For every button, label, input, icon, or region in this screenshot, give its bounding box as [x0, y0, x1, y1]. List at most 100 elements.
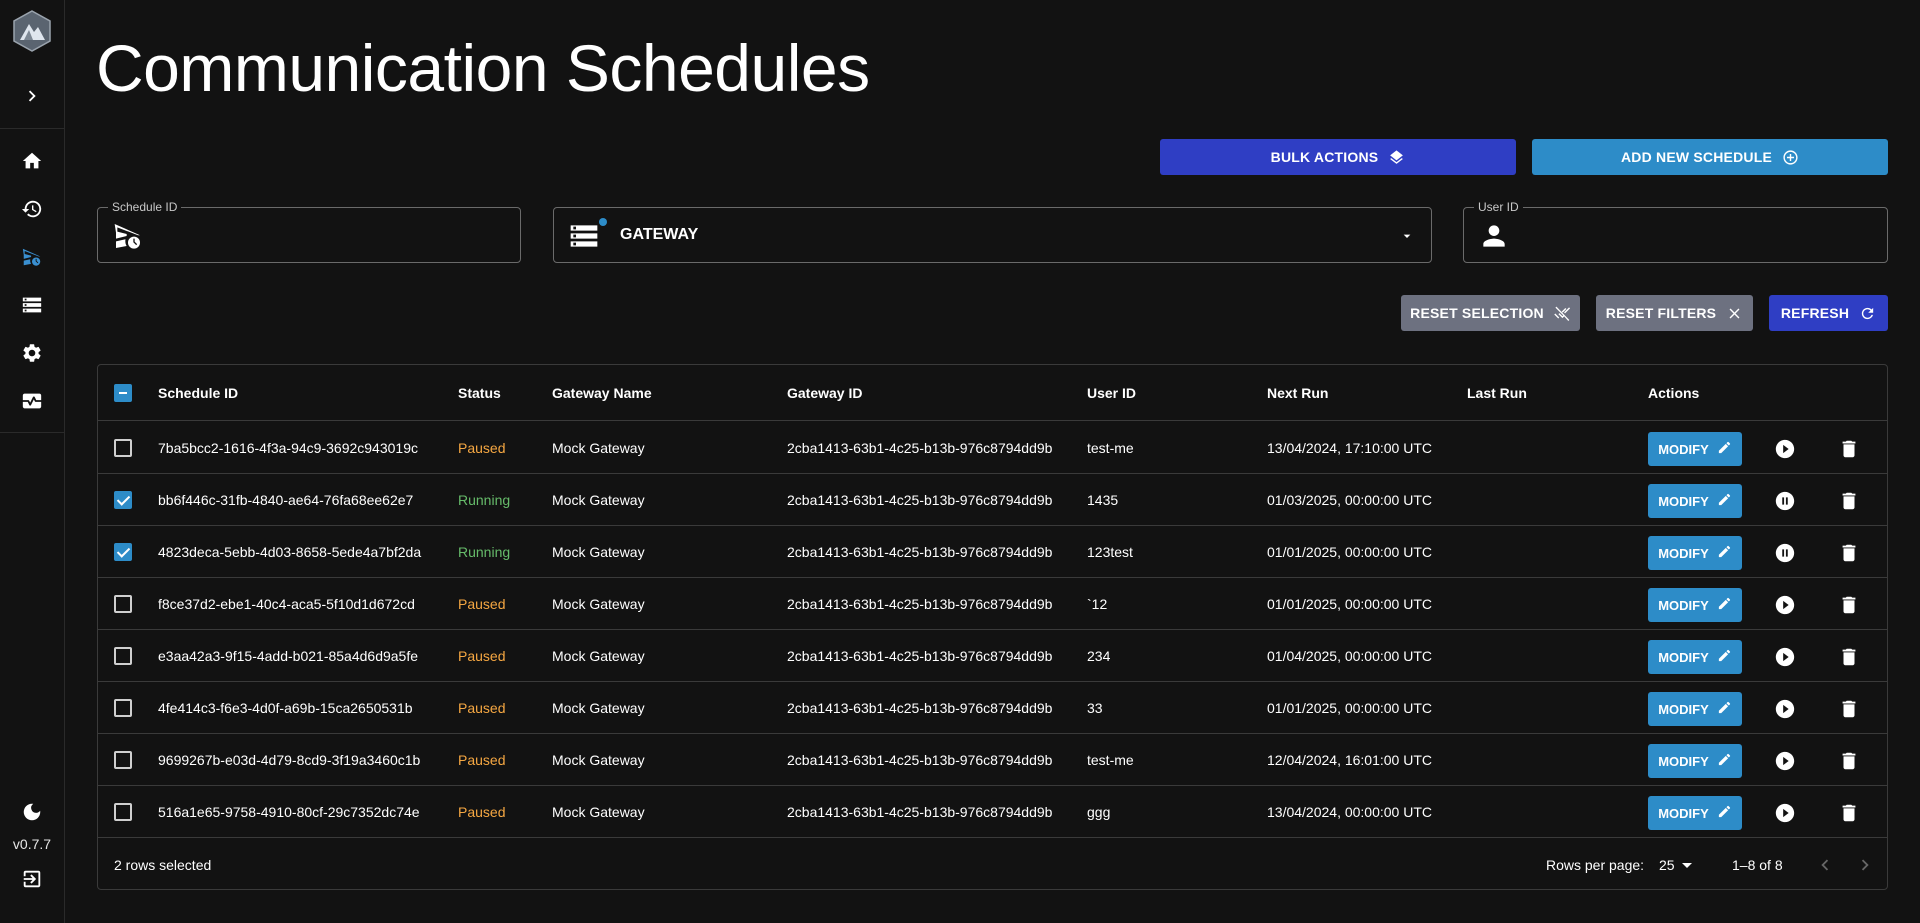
app-logo[interactable]: [12, 10, 52, 52]
modify-button[interactable]: MODIFY: [1648, 640, 1742, 674]
modify-button[interactable]: MODIFY: [1648, 484, 1742, 518]
play-button[interactable]: [1774, 750, 1796, 772]
modify-button[interactable]: MODIFY: [1648, 588, 1742, 622]
table-row[interactable]: 7ba5bcc2-1616-4f3a-94c9-3692c943019c Pau…: [98, 422, 1887, 474]
row-checkbox[interactable]: [114, 699, 132, 717]
table-row[interactable]: bb6f446c-31fb-4840-ae64-76fa68ee62e7 Run…: [98, 474, 1887, 526]
bulk-actions-button[interactable]: BULK ACTIONS: [1160, 139, 1516, 175]
table-row[interactable]: 9699267b-e03d-4d79-8cd9-3f19a3460c1b Pau…: [98, 734, 1887, 786]
gateway-select[interactable]: GATEWAY: [553, 207, 1432, 263]
cell-status: Paused: [458, 700, 506, 716]
row-checkbox[interactable]: [114, 751, 132, 769]
modify-button[interactable]: MODIFY: [1648, 536, 1742, 570]
column-header-schedule-id[interactable]: Schedule ID: [158, 385, 238, 401]
delete-button[interactable]: [1838, 490, 1860, 512]
delete-button[interactable]: [1838, 594, 1860, 616]
modify-button[interactable]: MODIFY: [1648, 432, 1742, 466]
delete-button[interactable]: [1838, 698, 1860, 720]
column-header-gateway-id[interactable]: Gateway ID: [787, 385, 862, 401]
table-row[interactable]: 4fe414c3-f6e3-4d0f-a69b-15ca2650531b Pau…: [98, 682, 1887, 734]
rows-per-page-select[interactable]: 25: [1659, 857, 1675, 873]
add-new-schedule-label: ADD NEW SCHEDULE: [1621, 149, 1772, 165]
sidebar-item-schedules[interactable]: [0, 237, 64, 277]
schedule-send-icon: [22, 248, 41, 266]
modify-button[interactable]: MODIFY: [1648, 692, 1742, 726]
theme-toggle-button[interactable]: [0, 792, 64, 832]
row-checkbox[interactable]: [114, 439, 132, 457]
select-all-checkbox[interactable]: [114, 384, 132, 402]
table-row[interactable]: 516a1e65-9758-4910-80cf-29c7352dc74e Pau…: [98, 786, 1887, 838]
close-icon: [1729, 308, 1740, 318]
schedule-id-filter[interactable]: Schedule ID: [97, 200, 521, 263]
pause-button[interactable]: [1774, 490, 1796, 512]
cell-user-id: test-me: [1087, 752, 1134, 768]
play-button[interactable]: [1774, 802, 1796, 824]
logout-button[interactable]: [0, 859, 64, 899]
column-header-user-id[interactable]: User ID: [1087, 385, 1136, 401]
edit-icon: [1717, 752, 1732, 770]
row-checkbox[interactable]: [114, 647, 132, 665]
cell-gateway-id: 2cba1413-63b1-4c25-b13b-976c8794dd9b: [787, 804, 1053, 820]
cell-gateway-name: Mock Gateway: [552, 492, 645, 508]
column-header-last-run[interactable]: Last Run: [1467, 385, 1527, 401]
sidebar-item-monitoring[interactable]: [0, 381, 64, 421]
modify-button[interactable]: MODIFY: [1648, 744, 1742, 778]
play-button[interactable]: [1774, 438, 1796, 460]
cell-gateway-name: Mock Gateway: [552, 440, 645, 456]
row-checkbox[interactable]: [114, 803, 132, 821]
sidebar-item-gateways[interactable]: [0, 285, 64, 325]
modify-label: MODIFY: [1658, 441, 1709, 457]
column-header-next-run[interactable]: Next Run: [1267, 385, 1328, 401]
home-icon: [22, 152, 42, 169]
expand-sidebar-button[interactable]: [0, 76, 64, 116]
table-row[interactable]: f8ce37d2-ebe1-40c4-aca5-5f10d1d672cd Pau…: [98, 578, 1887, 630]
modify-label: MODIFY: [1658, 597, 1709, 613]
sidebar-item-settings[interactable]: [0, 333, 64, 373]
delete-button[interactable]: [1838, 542, 1860, 564]
delete-button[interactable]: [1838, 802, 1860, 824]
user-id-input[interactable]: [1520, 218, 1877, 252]
table-row[interactable]: 4823deca-5ebb-4d03-8658-5ede4a7bf2da Run…: [98, 526, 1887, 578]
remove-done-icon: [1554, 306, 1570, 321]
delete-button[interactable]: [1838, 646, 1860, 668]
cell-gateway-name: Mock Gateway: [552, 544, 645, 560]
cell-user-id: ggg: [1087, 804, 1111, 820]
play-button[interactable]: [1774, 698, 1796, 720]
reset-filters-button[interactable]: RESET FILTERS: [1596, 295, 1753, 331]
rows-per-page-arrow-icon[interactable]: [1682, 860, 1692, 870]
pause-button[interactable]: [1774, 542, 1796, 564]
next-page-button[interactable]: [1854, 854, 1876, 876]
user-id-filter[interactable]: User ID: [1463, 200, 1888, 263]
sidebar-item-history[interactable]: [0, 189, 64, 229]
column-header-status[interactable]: Status: [458, 385, 501, 401]
cell-user-id: 234: [1087, 648, 1111, 664]
column-header-gateway-name[interactable]: Gateway Name: [552, 385, 652, 401]
delete-button[interactable]: [1838, 438, 1860, 460]
play-button[interactable]: [1774, 594, 1796, 616]
row-checkbox[interactable]: [114, 543, 132, 561]
cell-user-id: test-me: [1087, 440, 1134, 456]
settings-icon: [23, 344, 41, 362]
play-button[interactable]: [1774, 646, 1796, 668]
row-checkbox[interactable]: [114, 595, 132, 613]
previous-page-button[interactable]: [1814, 854, 1836, 876]
cell-schedule-id: 4fe414c3-f6e3-4d0f-a69b-15ca2650531b: [158, 700, 413, 716]
trash-icon: [1838, 492, 1860, 516]
add-new-schedule-button[interactable]: ADD NEW SCHEDULE: [1532, 139, 1888, 175]
cell-status: Running: [458, 544, 511, 560]
modify-label: MODIFY: [1658, 493, 1709, 509]
schedule-id-input[interactable]: [154, 218, 510, 252]
cell-next-run: 13/04/2024, 00:00:00 UTC: [1267, 804, 1433, 820]
modify-button[interactable]: MODIFY: [1648, 796, 1742, 830]
sidebar-item-home[interactable]: [0, 141, 64, 181]
delete-button[interactable]: [1838, 750, 1860, 772]
row-checkbox[interactable]: [114, 491, 132, 509]
play-circle-icon: [1774, 803, 1796, 828]
table-row[interactable]: e3aa42a3-9f15-4add-b021-85a4d6d9a5fe Pau…: [98, 630, 1887, 682]
edit-icon: [1717, 804, 1732, 822]
cell-next-run: 12/04/2024, 16:01:00 UTC: [1267, 752, 1433, 768]
dark-mode-icon: [23, 803, 41, 821]
refresh-button[interactable]: REFRESH: [1769, 295, 1888, 331]
reset-selection-button[interactable]: RESET SELECTION: [1401, 295, 1580, 331]
play-circle-icon: [1774, 699, 1796, 724]
